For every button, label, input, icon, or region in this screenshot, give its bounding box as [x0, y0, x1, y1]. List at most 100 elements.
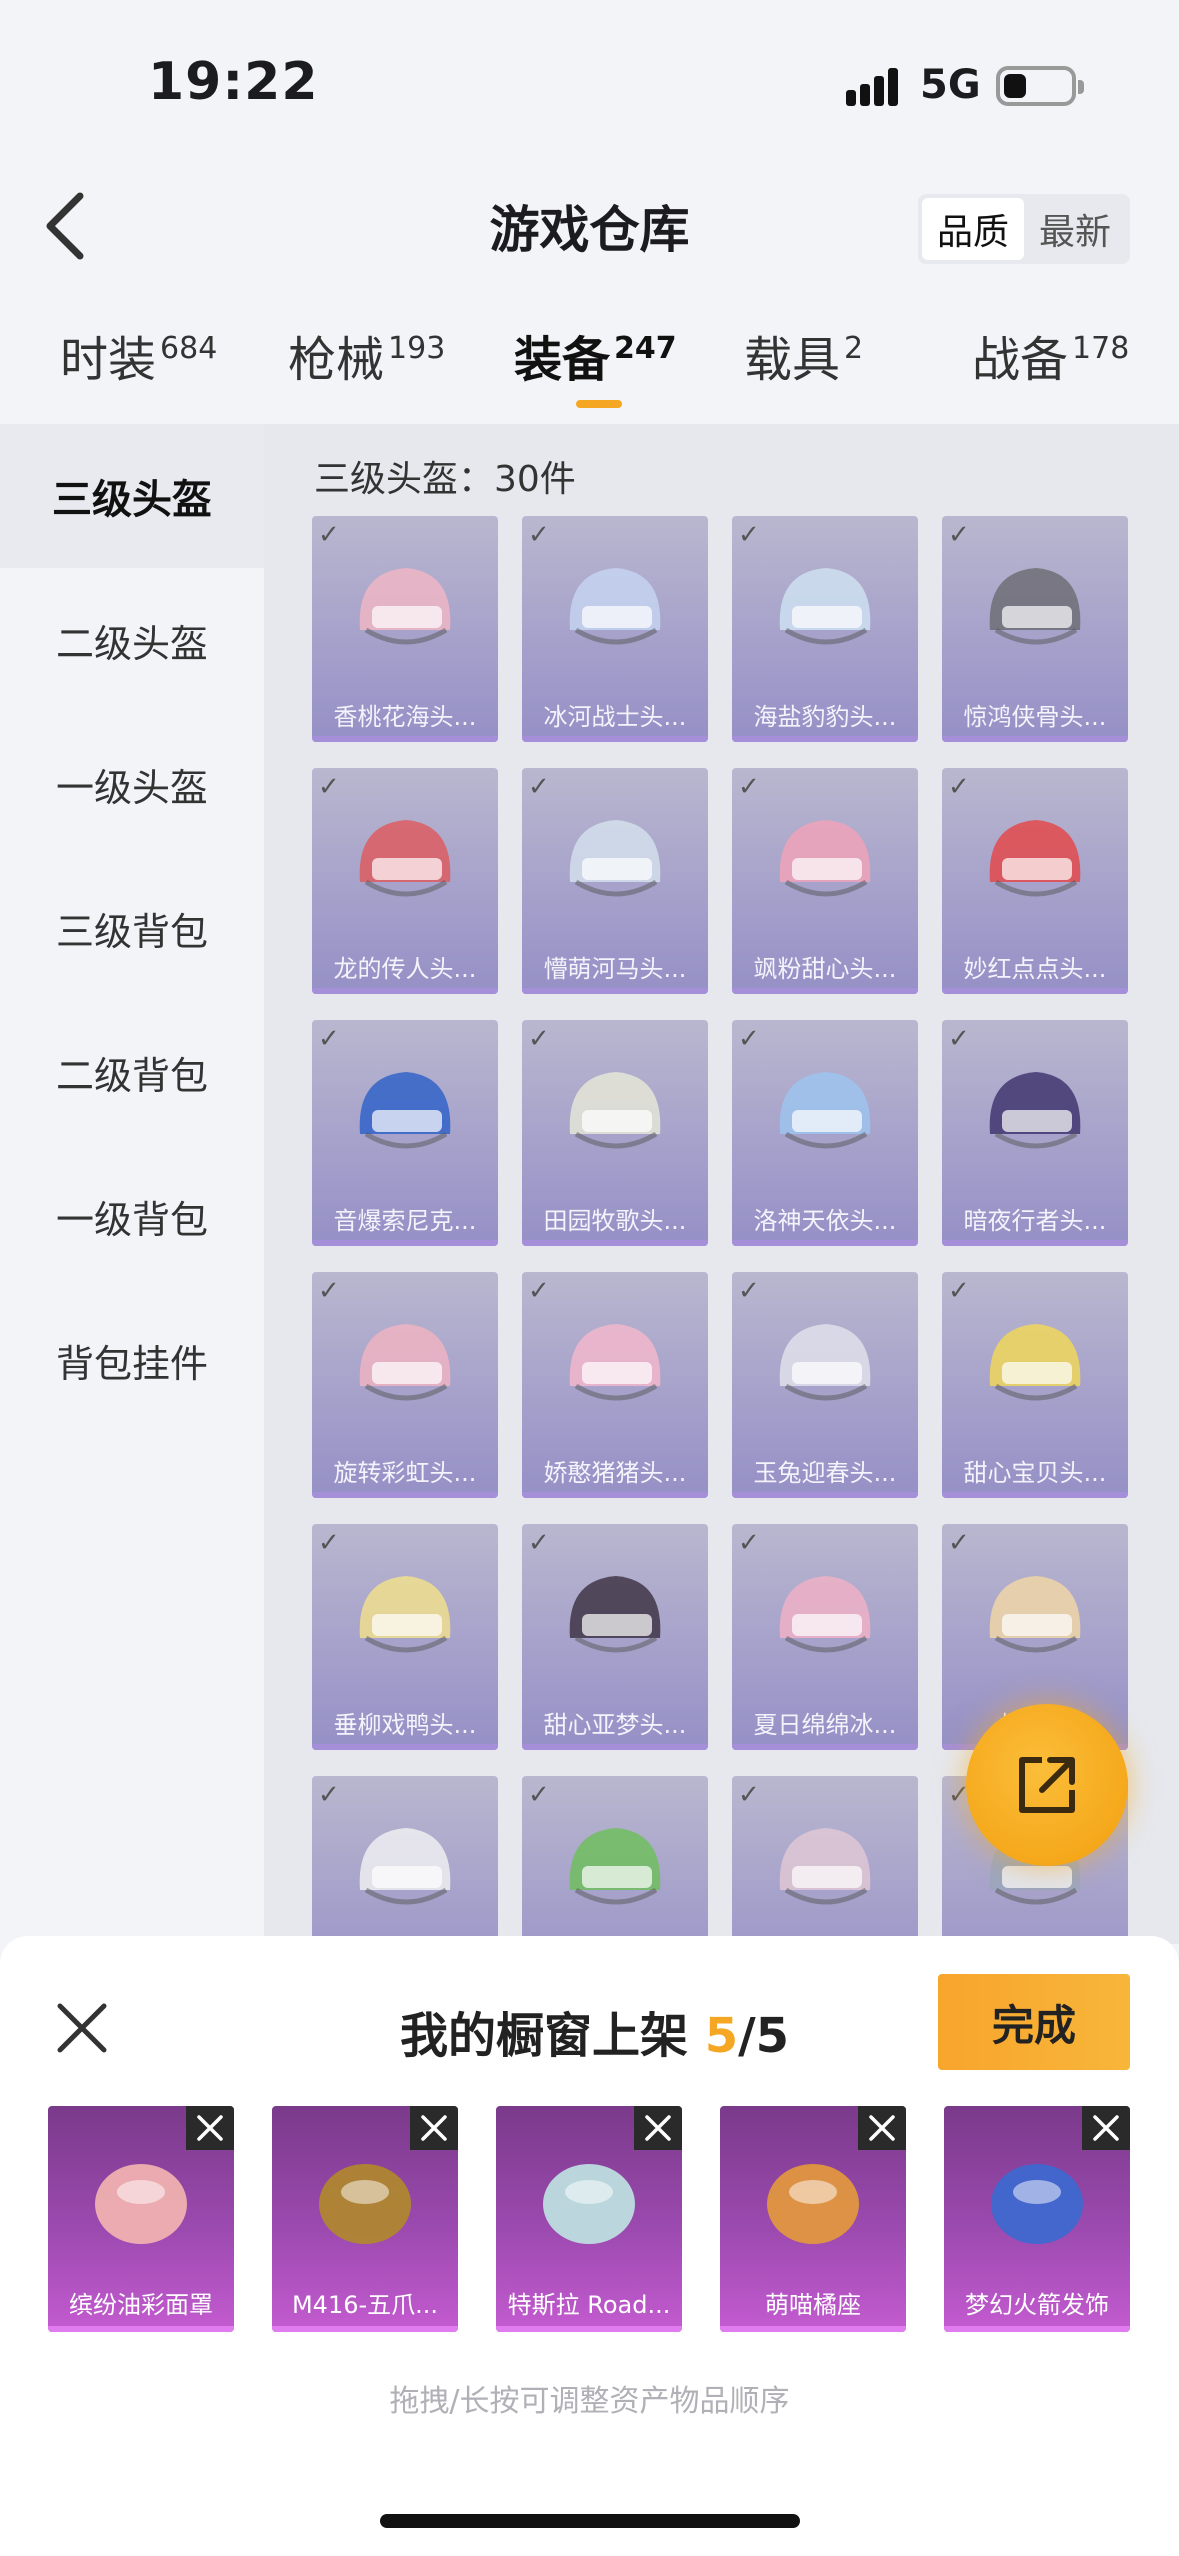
close-button[interactable]	[54, 2000, 110, 2056]
sidebar-item-level3-helmet[interactable]: 三级头盔	[0, 424, 264, 568]
check-icon: ✓	[738, 520, 760, 550]
helmet-icon	[569, 1828, 661, 1905]
helmet-icon	[989, 568, 1081, 645]
helmet-item-card[interactable]: ✓ 惊鸿侠骨头...	[942, 516, 1128, 742]
helmet-icon	[779, 1576, 871, 1653]
status-bar: 19:22 5G	[0, 0, 1179, 160]
tab-guns[interactable]: 枪械 193	[288, 320, 445, 420]
done-button[interactable]: 完成	[938, 1974, 1130, 2070]
sort-option-quality[interactable]: 品质	[922, 198, 1024, 260]
helmet-icon	[779, 1828, 871, 1905]
helmet-icon	[359, 1576, 451, 1653]
helmet-item-card[interactable]: ✓ 暗夜行者头...	[942, 1020, 1128, 1246]
sidebar-item-backpack-charm[interactable]: 背包挂件	[0, 1288, 264, 1432]
tab-label: 枪械	[288, 332, 385, 388]
showcase-current-count: 5	[704, 2008, 739, 2064]
tab-count: 247	[614, 331, 677, 366]
sidebar-item-level2-backpack[interactable]: 二级背包	[0, 1000, 264, 1144]
helmet-icon	[779, 1072, 871, 1149]
item-name: 垂柳戏鸭头...	[333, 1711, 477, 1739]
check-icon: ✓	[318, 1780, 340, 1810]
helmet-item-card[interactable]: ✓ 甜心宝贝头...	[942, 1272, 1128, 1498]
helmet-item-card[interactable]: ✓ 洛神天依头...	[732, 1020, 918, 1246]
showcase-title-text: 我的橱窗上架	[400, 2008, 689, 2064]
sidebar-item-level1-helmet[interactable]: 一级头盔	[0, 712, 264, 856]
item-name: 旋转彩虹头...	[333, 1459, 477, 1487]
helmet-item-card[interactable]: ✓ 懵萌河马头...	[522, 768, 708, 994]
helmet-item-card[interactable]: ✓ 飒粉甜心头...	[732, 768, 918, 994]
helmet-item-card[interactable]: ✓ 海盐豹豹头...	[732, 516, 918, 742]
sort-toggle[interactable]: 品质 最新	[918, 194, 1130, 264]
item-name: 龙的传人头...	[333, 955, 477, 983]
tab-fashion[interactable]: 时装 684	[60, 320, 217, 420]
item-name: 甜心宝贝头...	[963, 1459, 1107, 1487]
check-icon: ✓	[528, 1024, 550, 1054]
category-tabs: 时装 684 枪械 193 装备 247 载具 2 战备 178	[0, 320, 1179, 420]
helmet-icon	[989, 820, 1081, 897]
helmet-item-card[interactable]: ✓ 娇憨猪猪头...	[522, 1272, 708, 1498]
battery-icon	[996, 66, 1084, 106]
close-icon	[869, 2115, 895, 2141]
helmet-item-card[interactable]: ✓ 妙红点点头...	[942, 768, 1128, 994]
check-icon: ✓	[318, 1024, 340, 1054]
helmet-item-card[interactable]: ✓ 音爆索尼克...	[312, 1020, 498, 1246]
item-name: 冰河战士头...	[543, 703, 687, 731]
helmet-item-card[interactable]: ✓ 田园牧歌头...	[522, 1020, 708, 1246]
share-button[interactable]	[966, 1704, 1128, 1866]
check-icon: ✓	[948, 1276, 970, 1306]
close-icon	[1093, 2115, 1119, 2141]
check-icon: ✓	[318, 1276, 340, 1306]
helmet-item-card[interactable]: ✓ 龙的传人头...	[312, 768, 498, 994]
showcase-item-card[interactable]: 特斯拉 Road...	[496, 2106, 682, 2332]
showcase-item-card[interactable]: 缤纷油彩面罩	[48, 2106, 234, 2332]
item-name: 海盐豹豹头...	[753, 703, 897, 731]
close-icon	[57, 2003, 107, 2053]
check-icon: ✓	[738, 1528, 760, 1558]
helmet-icon	[989, 1072, 1081, 1149]
item-name: 惊鸿侠骨头...	[963, 703, 1107, 731]
showcase-item-card[interactable]: 梦幻火箭发饰	[944, 2106, 1130, 2332]
close-icon	[197, 2115, 223, 2141]
active-tab-indicator	[576, 400, 622, 408]
helmet-item-card[interactable]: ✓	[312, 1776, 498, 1944]
tab-label: 装备	[514, 332, 611, 388]
item-thumbnail-icon	[543, 2164, 635, 2244]
check-icon: ✓	[318, 520, 340, 550]
helmet-icon	[569, 568, 661, 645]
item-name: 田园牧歌头...	[543, 1207, 687, 1235]
helmet-item-card[interactable]: ✓ 垂柳戏鸭头...	[312, 1524, 498, 1750]
sidebar-item-level2-helmet[interactable]: 二级头盔	[0, 568, 264, 712]
item-name: 妙红点点头...	[963, 955, 1107, 983]
showcase-item-card[interactable]: M416-五爪...	[272, 2106, 458, 2332]
helmet-icon	[359, 820, 451, 897]
tab-vehicles[interactable]: 载具 2	[744, 320, 863, 420]
status-time: 19:22	[148, 52, 319, 112]
helmet-icon	[569, 1324, 661, 1401]
sidebar-item-level1-backpack[interactable]: 一级背包	[0, 1144, 264, 1288]
helmet-icon	[359, 1072, 451, 1149]
helmet-item-card[interactable]: ✓ 香桃花海头...	[312, 516, 498, 742]
helmet-item-card[interactable]: ✓	[522, 1776, 708, 1944]
check-icon: ✓	[738, 1780, 760, 1810]
helmet-item-card[interactable]: ✓ 夏日绵绵冰...	[732, 1524, 918, 1750]
check-icon: ✓	[948, 1528, 970, 1558]
showcase-item-card[interactable]: 萌喵橘座	[720, 2106, 906, 2332]
helmet-item-card[interactable]: ✓ 玉兔迎春头...	[732, 1272, 918, 1498]
item-name: 玉兔迎春头...	[753, 1459, 897, 1487]
tab-supplies[interactable]: 战备 178	[972, 320, 1129, 420]
helmet-item-card[interactable]: ✓ 冰河战士头...	[522, 516, 708, 742]
helmet-item-card[interactable]: ✓ 旋转彩虹头...	[312, 1272, 498, 1498]
check-icon: ✓	[528, 1780, 550, 1810]
tab-equipment[interactable]: 装备 247	[514, 320, 677, 420]
item-name: 音爆索尼克...	[333, 1207, 477, 1235]
sort-option-newest[interactable]: 最新	[1024, 198, 1126, 260]
helmet-icon	[989, 1324, 1081, 1401]
check-icon: ✓	[528, 520, 550, 550]
item-thumbnail-icon	[319, 2164, 411, 2244]
tab-count: 684	[160, 331, 218, 366]
helmet-item-card[interactable]: ✓	[732, 1776, 918, 1944]
check-icon: ✓	[948, 1024, 970, 1054]
sidebar-item-level3-backpack[interactable]: 三级背包	[0, 856, 264, 1000]
reorder-hint: 拖拽/长按可调整资产物品顺序	[389, 2384, 790, 2419]
helmet-item-card[interactable]: ✓ 甜心亚梦头...	[522, 1524, 708, 1750]
